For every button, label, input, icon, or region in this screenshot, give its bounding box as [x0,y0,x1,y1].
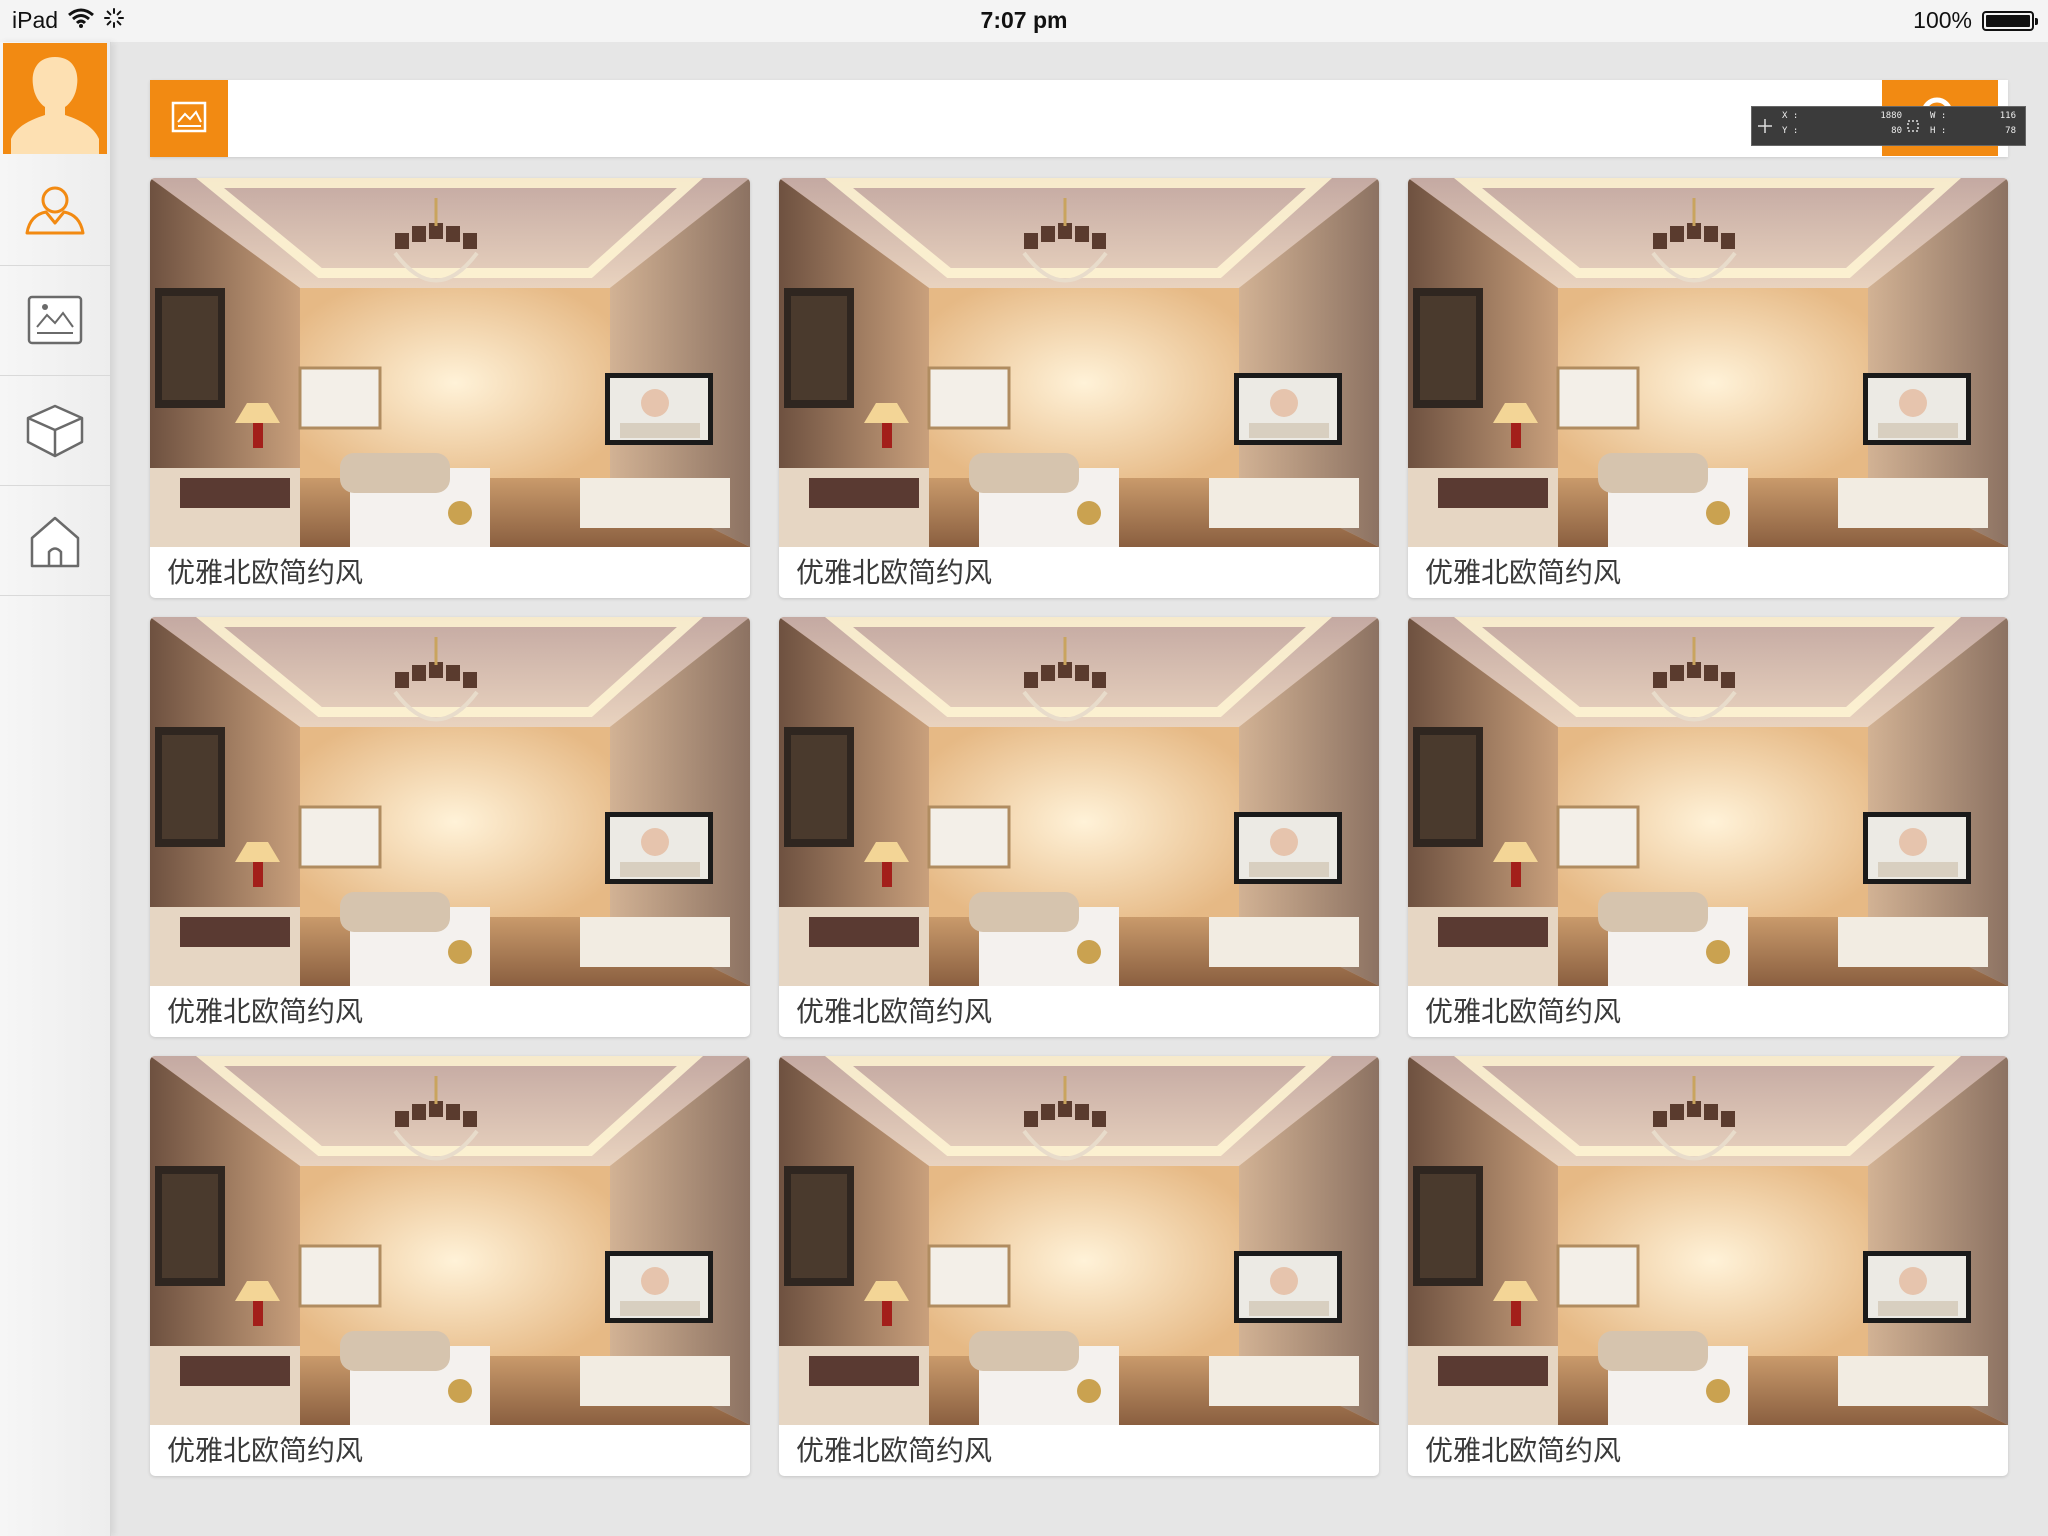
image-icon [170,100,208,138]
user-icon [22,183,88,239]
design-card[interactable]: 优雅北欧简约风 [779,617,1379,1037]
design-card[interactable]: 优雅北欧简约风 [1408,178,2008,598]
card-caption: 优雅北欧简约风 [167,556,364,589]
x-label: X : [1782,111,1799,121]
design-card[interactable]: 优雅北欧简约风 [150,617,750,1037]
status-bar: iPad 7:07 pm 100% [0,0,2048,42]
w-value: 116 [1999,111,2016,121]
design-grid: 优雅北欧简约风 优雅北欧简约风 优雅北欧简约风 优雅北欧简约风 优雅北欧简约风 … [150,178,2008,1478]
y-value: 80 [1891,126,1902,136]
w-label: W : [1930,111,1947,121]
card-caption: 优雅北欧简约风 [167,1434,364,1467]
interior-photo [779,178,1379,547]
clock: 7:07 pm [980,7,1068,33]
resize-icon [1906,119,1920,136]
sidebar [0,42,111,1536]
interior-photo [779,1056,1379,1425]
card-caption: 优雅北欧简约风 [796,556,993,589]
card-caption: 优雅北欧简约风 [1425,995,1622,1028]
interior-photo [150,178,750,547]
card-caption: 优雅北欧简约风 [1425,556,1622,589]
sidebar-item-home[interactable] [0,486,110,596]
box-icon [24,402,86,460]
card-caption: 优雅北欧简约风 [167,995,364,1028]
h-label: H : [1930,126,1947,136]
interior-photo [1408,1056,2008,1425]
x-value: 1880 [1880,111,1902,121]
interior-photo [150,617,750,986]
interior-photo [779,617,1379,986]
interior-photo [1408,178,2008,547]
h-value: 78 [2005,126,2016,136]
y-label: Y : [1782,126,1799,136]
card-caption: 优雅北欧简约风 [1425,1434,1622,1467]
interior-photo [1408,617,2008,986]
search-input[interactable] [240,88,1744,150]
card-caption: 优雅北欧简约风 [796,1434,993,1467]
image-icon [25,293,85,349]
battery-icon [1982,10,2038,31]
design-card[interactable]: 优雅北欧简约风 [150,1056,750,1476]
design-card[interactable]: 优雅北欧简约风 [150,178,750,598]
interior-photo [150,1056,750,1425]
house-icon [26,512,84,570]
battery-percent: 100% [1913,7,1972,33]
sidebar-item-gallery[interactable] [0,266,110,376]
user-avatar-icon[interactable] [3,43,107,154]
design-card[interactable]: 优雅北欧简约风 [1408,617,2008,1037]
design-card[interactable]: 优雅北欧简约风 [1408,1056,2008,1476]
image-search-button[interactable] [150,80,228,157]
crosshair-icon [1758,119,1772,136]
search-bar: X : Y : 1880 80 W : H : 116 78 [150,80,2026,157]
design-card[interactable]: 优雅北欧简约风 [779,178,1379,598]
sidebar-item-models[interactable] [0,376,110,486]
dimension-overlay: X : Y : 1880 80 W : H : 116 78 [1751,106,2026,146]
sidebar-item-user[interactable] [0,156,110,266]
design-card[interactable]: 优雅北欧简约风 [779,1056,1379,1476]
card-caption: 优雅北欧简约风 [796,995,993,1028]
